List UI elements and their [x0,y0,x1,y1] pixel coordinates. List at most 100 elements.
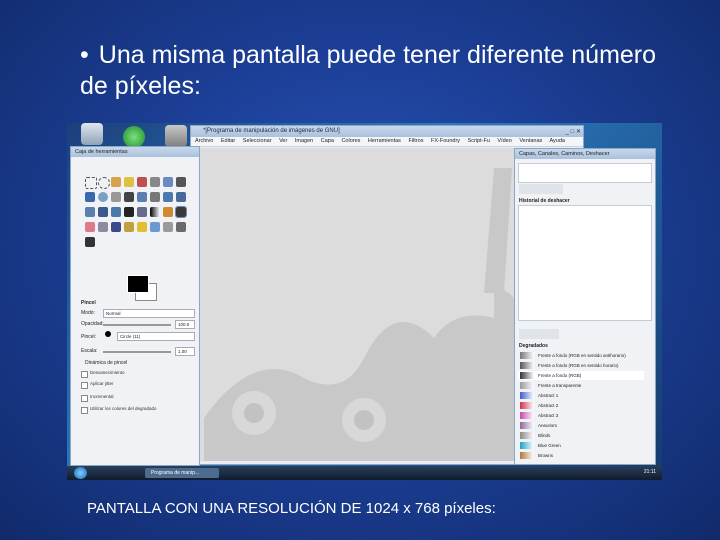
tool-grid [85,177,189,252]
measure-tool-icon[interactable] [111,192,121,202]
dock-tabs[interactable] [519,184,563,194]
gradient-name: Blinds [538,433,551,438]
jitter-checkbox[interactable] [81,382,88,389]
paintbrush-tool-icon[interactable] [175,206,187,218]
shear-tool-icon[interactable] [85,207,95,217]
layers-dock: Capas, Canales, Caminos, Deshacer Histor… [514,148,656,465]
dodge-burn-tool-icon[interactable] [176,222,186,232]
start-button-icon[interactable] [74,467,87,479]
scissors-tool-icon[interactable] [150,177,160,187]
menu-ayuda[interactable]: Ayuda [549,138,565,144]
menu-fx-foundry[interactable]: FX-Foundry [431,138,460,144]
menu-ver[interactable]: Ver [279,138,287,144]
slide-title: • Una misma pantalla puede tener diferent… [80,40,680,102]
gradient-swatch [520,352,534,359]
opacity-slider[interactable] [103,324,171,326]
ellipse-select-tool-icon[interactable] [98,177,110,189]
gradient-row[interactable]: Abstract 2 [518,401,644,410]
smudge-tool-icon[interactable] [163,222,173,232]
color-picker-2-icon[interactable] [85,237,95,247]
menu-seleccionar[interactable]: Seleccionar [243,138,272,144]
gradient-colors-checkbox[interactable] [81,407,88,414]
gradient-name: Abstract 2 [538,403,559,408]
toolbox-title[interactable]: Caja de herramientas [71,147,199,157]
dock-title[interactable]: Capas, Canales, Caminos, Deshacer [515,149,655,159]
menu-capa[interactable]: Capa [321,138,334,144]
gradient-name: Frente a fondo (RGB en sentido horario) [538,363,619,368]
bucket-fill-tool-icon[interactable] [137,207,147,217]
gradient-row[interactable]: Abstract 3 [518,411,644,420]
opacity-value[interactable]: 100.0 [175,320,195,329]
color-picker-tool-icon[interactable] [85,192,95,202]
foreground-color-swatch[interactable] [127,275,149,293]
gradient-row[interactable]: Frente a fondo (RGB) [518,371,644,380]
scale-tool-icon[interactable] [176,192,186,202]
menu-ventanas[interactable]: Ventanas [519,138,542,144]
gradient-row[interactable]: Frente a fondo (RGB en sentido antihorar… [518,351,644,360]
gradient-name: Abstract 3 [538,413,559,418]
gradient-row[interactable]: Browns [518,451,644,460]
perspective-tool-icon[interactable] [98,207,108,217]
scale-slider[interactable] [103,351,171,353]
gradient-row[interactable]: Frente a transparente [518,381,644,390]
brush-preview-icon[interactable] [105,331,111,337]
text-tool-icon[interactable] [124,207,134,217]
free-select-tool-icon[interactable] [111,177,121,187]
heal-tool-icon[interactable] [137,222,147,232]
gradient-tabs[interactable] [519,329,559,339]
crop-tool-icon[interactable] [150,192,160,202]
color-select-tool-icon[interactable] [137,177,147,187]
image-selector[interactable] [518,163,652,183]
rotate-tool-icon[interactable] [163,192,173,202]
mode-select[interactable]: Normal [103,309,195,318]
gradient-row[interactable]: Aneurism [518,421,644,430]
gradient-row[interactable]: Blinds [518,431,644,440]
internet-explorer-icon[interactable] [123,126,145,148]
menu-script-fu[interactable]: Script-Fu [468,138,490,144]
bullet: • [80,41,89,69]
zoom-tool-icon[interactable] [98,192,108,202]
pencil-tool-icon[interactable] [163,207,173,217]
gradient-name: Frente a fondo (RGB) [538,373,582,378]
ink-tool-icon[interactable] [111,222,121,232]
fuzzy-select-tool-icon[interactable] [124,177,134,187]
align-tool-icon[interactable] [137,192,147,202]
window-buttons[interactable]: _ □ ✕ [566,127,581,137]
gradient-swatch [520,372,534,379]
incremental-checkbox[interactable] [81,395,88,402]
flip-tool-icon[interactable] [111,207,121,217]
gradient-row[interactable]: Abstract 1 [518,391,644,400]
taskbar-gimp-task[interactable]: Programa de manip... [145,468,219,478]
undo-history-list[interactable] [518,205,652,321]
fade-checkbox[interactable] [81,371,88,378]
menu-herramientas[interactable]: Herramientas [368,138,401,144]
paths-tool-icon[interactable] [176,177,186,187]
scale-value[interactable]: 1.00 [175,347,195,356]
menu-imagen[interactable]: Imagen [295,138,313,144]
tool-options-title: Pincel [81,300,96,306]
recycle-bin-icon[interactable] [81,123,103,145]
menu-archivo[interactable]: Archivo [195,138,213,144]
gradient-row[interactable]: Frente a fondo (RGB en sentido horario) [518,361,644,370]
menu-editar[interactable]: Editar [221,138,235,144]
clone-tool-icon[interactable] [124,222,134,232]
gradient-row[interactable]: Blue Green [518,441,644,450]
menu-filtros[interactable]: Filtros [408,138,423,144]
blend-tool-icon[interactable] [150,207,160,217]
blur-tool-icon[interactable] [150,222,160,232]
gimp-desktop-icon[interactable] [165,125,187,147]
gradient-swatch [520,412,534,419]
move-tool-icon[interactable] [124,192,134,202]
image-window-titlebar[interactable]: *[Programa de manipulación de imágenes d… [191,126,583,137]
dynamics-expander[interactable]: Dinámica de pincel [85,360,127,366]
rect-select-tool-icon[interactable] [85,177,97,189]
brush-name[interactable]: Circle (11) [117,332,195,341]
gradient-name: Frente a transparente [538,383,582,388]
foreground-select-tool-icon[interactable] [163,177,173,187]
menu-colores[interactable]: Colores [341,138,360,144]
airbrush-tool-icon[interactable] [98,222,108,232]
eraser-tool-icon[interactable] [85,222,95,232]
gradient-swatch [520,382,534,389]
menu-video[interactable]: Vídeo [497,138,511,144]
gradient-swatch [520,392,534,399]
